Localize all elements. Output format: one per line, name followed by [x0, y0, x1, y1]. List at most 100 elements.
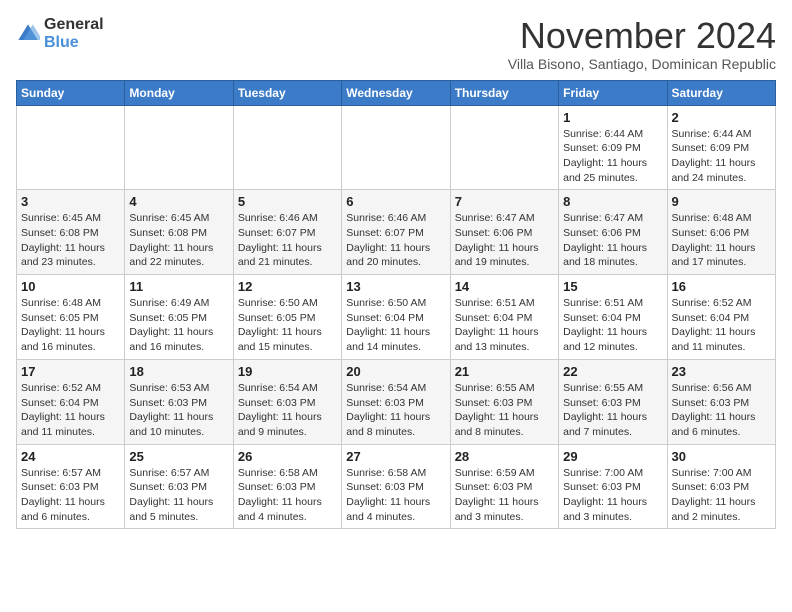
day-number: 10 [21, 279, 120, 294]
calendar-cell: 18 Sunrise: 6:53 AM Sunset: 6:03 PM Dayli… [125, 359, 233, 444]
day-number: 28 [455, 449, 554, 464]
calendar-cell: 17 Sunrise: 6:52 AM Sunset: 6:04 PM Dayli… [17, 359, 125, 444]
calendar-cell: 24 Sunrise: 6:57 AM Sunset: 6:03 PM Dayli… [17, 444, 125, 529]
calendar-cell: 4Sunrise: 6:45 AM Sunset: 6:08 PM Daylig… [125, 190, 233, 275]
day-number: 23 [672, 364, 771, 379]
day-number: 4 [129, 194, 228, 209]
calendar-cell: 10 Sunrise: 6:48 AM Sunset: 6:05 PM Dayli… [17, 275, 125, 360]
day-number: 25 [129, 449, 228, 464]
day-info: Sunrise: 6:46 AM Sunset: 6:07 PM Dayligh… [238, 211, 337, 270]
calendar-cell: 1Sunrise: 6:44 AM Sunset: 6:09 PM Daylig… [559, 105, 667, 190]
day-number: 26 [238, 449, 337, 464]
calendar-cell: 26 Sunrise: 6:58 AM Sunset: 6:03 PM Dayli… [233, 444, 341, 529]
calendar-cell: 11 Sunrise: 6:49 AM Sunset: 6:05 PM Dayli… [125, 275, 233, 360]
calendar-cell: 7 Sunrise: 6:47 AM Sunset: 6:06 PM Daylig… [450, 190, 558, 275]
day-number: 2 [672, 110, 771, 125]
page-header: General Blue November 2024 Villa Bisono,… [16, 16, 776, 72]
calendar-cell [17, 105, 125, 190]
day-info: Sunrise: 6:48 AM Sunset: 6:06 PM Dayligh… [672, 211, 771, 270]
calendar-cell [125, 105, 233, 190]
day-info: Sunrise: 6:58 AM Sunset: 6:03 PM Dayligh… [346, 466, 445, 525]
calendar-cell [233, 105, 341, 190]
calendar-cell: 15 Sunrise: 6:51 AM Sunset: 6:04 PM Dayli… [559, 275, 667, 360]
day-info: Sunrise: 6:55 AM Sunset: 6:03 PM Dayligh… [563, 381, 662, 440]
calendar-week-row: 17 Sunrise: 6:52 AM Sunset: 6:04 PM Dayli… [17, 359, 776, 444]
calendar-cell: 28 Sunrise: 6:59 AM Sunset: 6:03 PM Dayli… [450, 444, 558, 529]
day-info: Sunrise: 6:57 AM Sunset: 6:03 PM Dayligh… [129, 466, 228, 525]
day-info: Sunrise: 6:50 AM Sunset: 6:05 PM Dayligh… [238, 296, 337, 355]
day-info: Sunrise: 6:54 AM Sunset: 6:03 PM Dayligh… [346, 381, 445, 440]
calendar-cell: 12Sunrise: 6:50 AM Sunset: 6:05 PM Dayli… [233, 275, 341, 360]
day-number: 18 [129, 364, 228, 379]
calendar-cell [450, 105, 558, 190]
calendar-cell: 6 Sunrise: 6:46 AM Sunset: 6:07 PM Daylig… [342, 190, 450, 275]
day-info: Sunrise: 6:56 AM Sunset: 6:03 PM Dayligh… [672, 381, 771, 440]
calendar-cell [342, 105, 450, 190]
day-number: 24 [21, 449, 120, 464]
day-number: 7 [455, 194, 554, 209]
day-info: Sunrise: 6:48 AM Sunset: 6:05 PM Dayligh… [21, 296, 120, 355]
day-number: 15 [563, 279, 662, 294]
calendar-cell: 22 Sunrise: 6:55 AM Sunset: 6:03 PM Dayli… [559, 359, 667, 444]
day-info: Sunrise: 6:47 AM Sunset: 6:06 PM Dayligh… [563, 211, 662, 270]
calendar-header-thursday: Thursday [450, 80, 558, 105]
day-info: Sunrise: 6:52 AM Sunset: 6:04 PM Dayligh… [672, 296, 771, 355]
day-number: 5 [238, 194, 337, 209]
day-number: 27 [346, 449, 445, 464]
calendar-header-tuesday: Tuesday [233, 80, 341, 105]
day-number: 16 [672, 279, 771, 294]
day-info: Sunrise: 6:59 AM Sunset: 6:03 PM Dayligh… [455, 466, 554, 525]
day-info: Sunrise: 6:47 AM Sunset: 6:06 PM Dayligh… [455, 211, 554, 270]
day-number: 13 [346, 279, 445, 294]
day-info: Sunrise: 6:49 AM Sunset: 6:05 PM Dayligh… [129, 296, 228, 355]
calendar-cell: 23 Sunrise: 6:56 AM Sunset: 6:03 PM Dayli… [667, 359, 775, 444]
day-number: 6 [346, 194, 445, 209]
calendar-cell: 2 Sunrise: 6:44 AM Sunset: 6:09 PM Daylig… [667, 105, 775, 190]
calendar-cell: 14 Sunrise: 6:51 AM Sunset: 6:04 PM Dayli… [450, 275, 558, 360]
calendar-cell: 27 Sunrise: 6:58 AM Sunset: 6:03 PM Dayli… [342, 444, 450, 529]
calendar-header-saturday: Saturday [667, 80, 775, 105]
logo: General Blue [16, 16, 104, 51]
day-number: 3 [21, 194, 120, 209]
calendar-cell: 19 Sunrise: 6:54 AM Sunset: 6:03 PM Dayli… [233, 359, 341, 444]
day-info: Sunrise: 6:57 AM Sunset: 6:03 PM Dayligh… [21, 466, 120, 525]
logo-text-general: General [44, 16, 104, 34]
day-info: Sunrise: 6:44 AM Sunset: 6:09 PM Dayligh… [672, 127, 771, 186]
day-info: Sunrise: 6:45 AM Sunset: 6:08 PM Dayligh… [21, 211, 120, 270]
day-number: 19 [238, 364, 337, 379]
day-number: 14 [455, 279, 554, 294]
day-info: Sunrise: 7:00 AM Sunset: 6:03 PM Dayligh… [563, 466, 662, 525]
day-number: 1 [563, 110, 662, 125]
day-number: 30 [672, 449, 771, 464]
day-number: 11 [129, 279, 228, 294]
day-number: 20 [346, 364, 445, 379]
calendar-cell: 13Sunrise: 6:50 AM Sunset: 6:04 PM Dayli… [342, 275, 450, 360]
calendar-week-row: 3 Sunrise: 6:45 AM Sunset: 6:08 PM Daylig… [17, 190, 776, 275]
day-info: Sunrise: 6:52 AM Sunset: 6:04 PM Dayligh… [21, 381, 120, 440]
day-info: Sunrise: 6:51 AM Sunset: 6:04 PM Dayligh… [455, 296, 554, 355]
location-subtitle: Villa Bisono, Santiago, Dominican Republ… [508, 56, 776, 72]
title-block: November 2024 Villa Bisono, Santiago, Do… [508, 16, 776, 72]
calendar-header-row: SundayMondayTuesdayWednesdayThursdayFrid… [17, 80, 776, 105]
logo-icon [16, 22, 40, 46]
calendar-cell: 16 Sunrise: 6:52 AM Sunset: 6:04 PM Dayli… [667, 275, 775, 360]
calendar-cell: 25 Sunrise: 6:57 AM Sunset: 6:03 PM Dayli… [125, 444, 233, 529]
calendar-cell: 5 Sunrise: 6:46 AM Sunset: 6:07 PM Daylig… [233, 190, 341, 275]
calendar-cell: 21Sunrise: 6:55 AM Sunset: 6:03 PM Dayli… [450, 359, 558, 444]
day-number: 9 [672, 194, 771, 209]
day-info: Sunrise: 6:46 AM Sunset: 6:07 PM Dayligh… [346, 211, 445, 270]
calendar-cell: 30Sunrise: 7:00 AM Sunset: 6:03 PM Dayli… [667, 444, 775, 529]
calendar-week-row: 1 Sunrise: 6:44 AM Sunset: 6:09 PM Daylig… [17, 105, 776, 190]
day-info: Sunrise: 6:58 AM Sunset: 6:03 PM Dayligh… [238, 466, 337, 525]
calendar-cell: 3 Sunrise: 6:45 AM Sunset: 6:08 PM Daylig… [17, 190, 125, 275]
day-number: 22 [563, 364, 662, 379]
calendar-week-row: 10 Sunrise: 6:48 AM Sunset: 6:05 PM Dayli… [17, 275, 776, 360]
day-info: Sunrise: 6:51 AM Sunset: 6:04 PM Dayligh… [563, 296, 662, 355]
day-number: 17 [21, 364, 120, 379]
day-info: Sunrise: 6:54 AM Sunset: 6:03 PM Dayligh… [238, 381, 337, 440]
day-info: Sunrise: 6:53 AM Sunset: 6:03 PM Dayligh… [129, 381, 228, 440]
calendar-header-monday: Monday [125, 80, 233, 105]
calendar-header-sunday: Sunday [17, 80, 125, 105]
calendar-week-row: 24 Sunrise: 6:57 AM Sunset: 6:03 PM Dayli… [17, 444, 776, 529]
calendar-header-friday: Friday [559, 80, 667, 105]
